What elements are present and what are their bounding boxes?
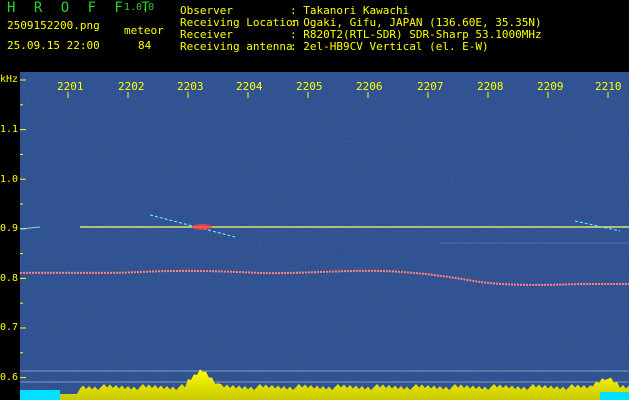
y-tick-label: 1.0 xyxy=(0,174,19,185)
y-tick-label: 1.1 xyxy=(0,124,19,135)
app-version: 1.0.0 xyxy=(124,2,155,13)
meteor-head xyxy=(192,224,212,230)
x-tick-label: 2205 xyxy=(296,80,323,93)
y-tick-label: 0.9 xyxy=(0,223,19,234)
level-marker-left xyxy=(20,390,60,400)
y-tick-label: 0.8 xyxy=(0,273,19,284)
x-tick-label: 2207 xyxy=(417,80,444,93)
noise-texture xyxy=(20,72,629,400)
antenna-value: : 2el-HB9CV Vertical (el. E-W) xyxy=(290,40,489,53)
y-unit-label: kHz xyxy=(0,74,19,85)
x-tick-label: 2202 xyxy=(118,80,145,93)
file-name: 2509152200.png xyxy=(7,19,100,32)
y-tick-label: 0.6 xyxy=(0,372,19,383)
x-tick-label: 2203 xyxy=(177,80,204,93)
x-tick-label: 2209 xyxy=(537,80,564,93)
x-tick-label: 2208 xyxy=(477,80,504,93)
level-marker-right xyxy=(600,392,629,400)
date-time: 25.09.15 22:00 xyxy=(7,39,100,52)
y-tick-label: 0.7 xyxy=(0,322,19,333)
x-tick-label: 2201 xyxy=(57,80,84,93)
x-tick-label: 2210 xyxy=(595,80,622,93)
x-tick-label: 2206 xyxy=(356,80,383,93)
x-tick-label: 2204 xyxy=(236,80,263,93)
header-panel: H R O F F T 1.0.0 2509152200.png meteor … xyxy=(0,0,629,72)
meteor-count: 84 xyxy=(138,39,152,52)
antenna-label: Receiving antenna xyxy=(180,40,293,53)
spectrogram-plot xyxy=(20,72,629,400)
mode-label: meteor xyxy=(124,24,164,37)
